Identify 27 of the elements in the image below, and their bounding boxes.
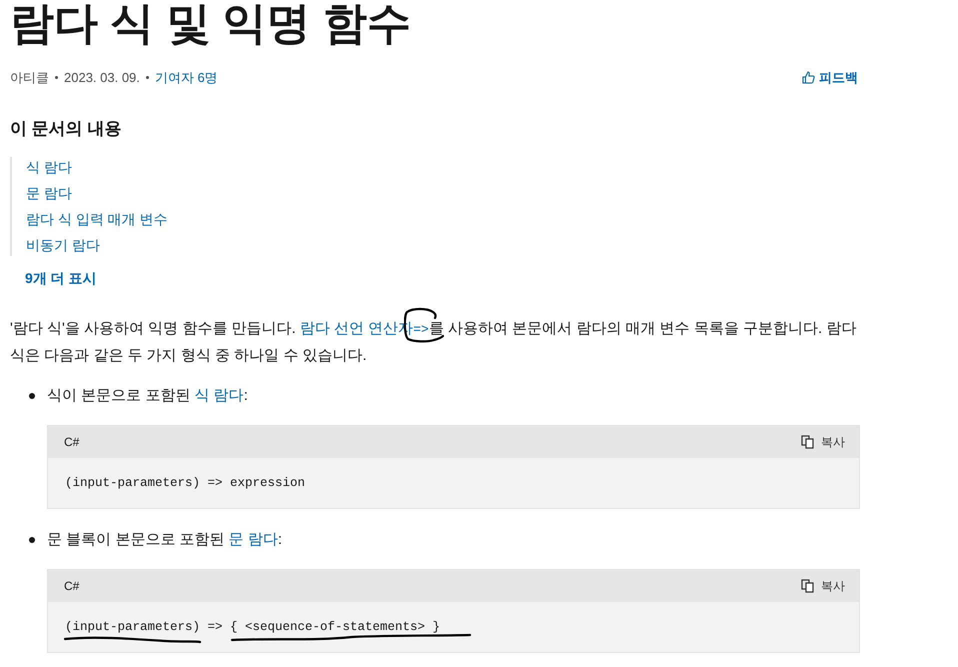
- copy-icon: [801, 579, 814, 593]
- article-date: 2023. 03. 09.: [64, 69, 140, 87]
- article-type: 아티클: [10, 69, 49, 87]
- code-language: C#: [64, 578, 80, 595]
- code-line: (input-parameters) => { <sequence-of-statements> }: [65, 618, 440, 636]
- toc-link[interactable]: 문 람다: [26, 184, 72, 203]
- copy-button[interactable]: 복사: [801, 577, 845, 595]
- form-description: 식이 본문으로 포함된 식 람다:: [47, 386, 248, 406]
- code-line: (input-parameters) => expression: [65, 474, 306, 492]
- toc-link[interactable]: 람다 식 입력 매개 변수: [26, 210, 168, 229]
- toc-heading: 이 문서의 내용: [10, 118, 122, 140]
- operator-code-link[interactable]: =>: [413, 322, 429, 337]
- contributors-link[interactable]: 기여자 6명: [154, 68, 218, 88]
- feedback-button[interactable]: 피드백: [802, 68, 858, 88]
- page-title: 람다 식 및 익명 함수: [10, 2, 411, 46]
- thumbs-up-icon: [802, 71, 815, 84]
- copy-icon: [801, 435, 814, 449]
- bullet-icon: [28, 393, 34, 399]
- form-link[interactable]: 식 람다: [194, 387, 244, 404]
- bullet-icon: [28, 537, 34, 543]
- code-language: C#: [64, 434, 80, 451]
- toc-link[interactable]: 식 람다: [26, 158, 72, 177]
- copy-button[interactable]: 복사: [801, 433, 845, 451]
- form-description: 문 블록이 본문으로 포함된 문 람다:: [47, 530, 282, 550]
- toc-link[interactable]: 비동기 람다: [26, 236, 100, 255]
- show-more-link[interactable]: 9개 더 표시: [25, 268, 97, 289]
- form-link[interactable]: 문 람다: [228, 531, 278, 548]
